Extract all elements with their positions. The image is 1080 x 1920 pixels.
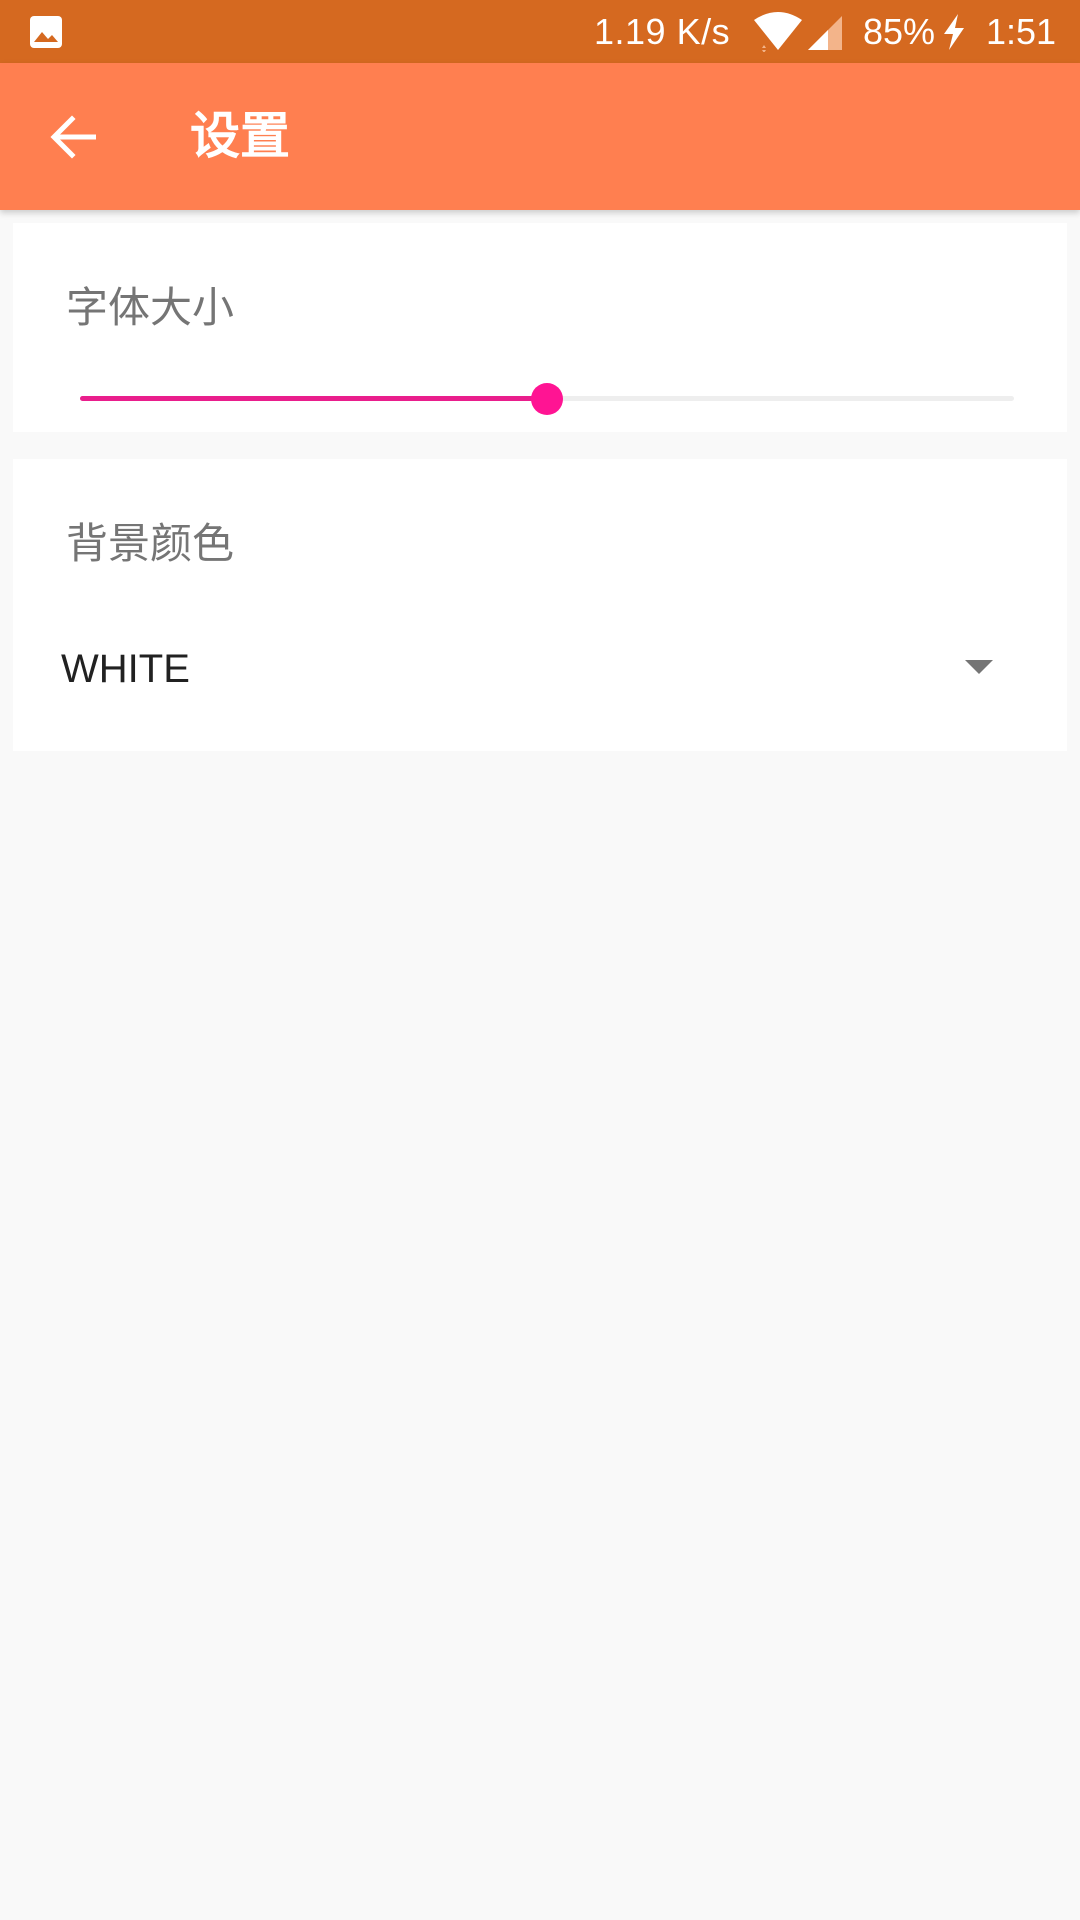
font-size-card: 字体大小: [13, 223, 1067, 432]
battery-percentage: 85%: [863, 11, 936, 52]
status-clock: 1:51: [986, 11, 1057, 52]
font-size-slider[interactable]: [80, 378, 1014, 418]
network-speed: 1.19 K/s: [594, 11, 731, 52]
wifi-icon: [752, 12, 804, 53]
status-bar: 1.19 K/s 85% 1:51: [0, 0, 1080, 63]
signal-icon: [806, 12, 844, 52]
background-color-label: 背景颜色: [66, 519, 235, 568]
gallery-icon: [28, 14, 64, 50]
background-color-card: 背景颜色 WHITE: [13, 459, 1067, 751]
dropdown-arrow-icon: [965, 660, 993, 674]
app-bar: 设置: [0, 63, 1080, 210]
font-size-label: 字体大小: [66, 283, 235, 332]
arrow-back-icon: [50, 115, 96, 159]
background-color-dropdown[interactable]: WHITE: [13, 629, 1067, 709]
slider-fill: [80, 396, 547, 401]
slider-thumb[interactable]: [531, 383, 563, 415]
back-button[interactable]: [38, 107, 110, 167]
dropdown-selected-value: WHITE: [61, 647, 190, 691]
page-title: 设置: [190, 107, 290, 165]
charging-icon: [940, 12, 968, 52]
